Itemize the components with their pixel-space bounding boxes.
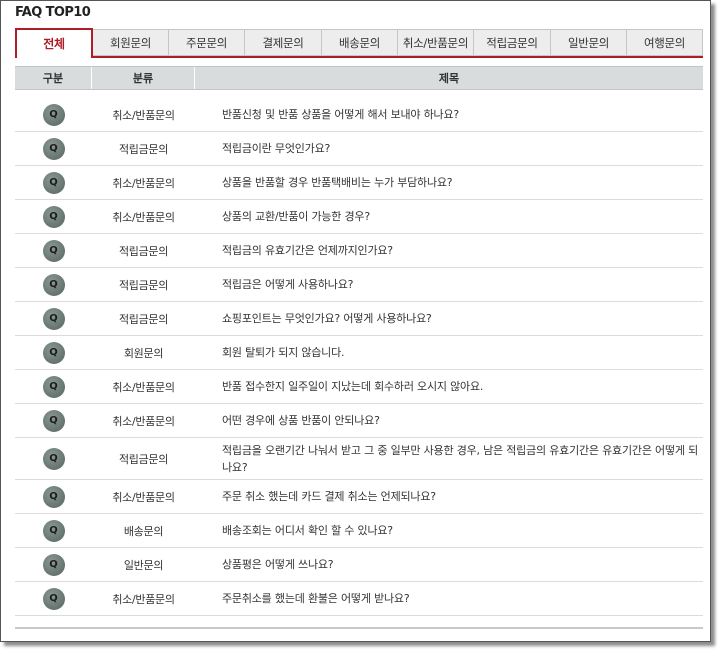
row-category: 일반문의 <box>123 558 164 572</box>
table-row[interactable]: Q 취소/반품문의 주문취소를 했는데 환불은 어떻게 받나요? <box>15 582 703 616</box>
table-row[interactable]: Q 적립금문의 적립금의 유효기간은 언제까지인가요? <box>15 234 703 268</box>
row-category: 적립금문의 <box>118 244 169 258</box>
row-question-link[interactable]: 쇼핑포인트는 무엇인가요? 어떻게 사용하나요? <box>195 310 703 327</box>
row-question-link[interactable]: 상품평은 어떻게 쓰나요? <box>195 556 703 573</box>
row-category: 적립금문의 <box>118 312 169 326</box>
table-row[interactable]: Q 배송문의 배송조회는 어디서 확인 할 수 있나요? <box>15 514 703 548</box>
question-icon: Q <box>42 447 65 470</box>
tab-order[interactable]: 주문문의 <box>169 29 245 56</box>
row-question-link[interactable]: 주문취소를 했는데 환불은 어떻게 받나요? <box>195 590 703 607</box>
row-category: 취소/반품문의 <box>112 210 175 224</box>
tab-travel[interactable]: 여행문의 <box>627 29 703 56</box>
question-marker: Q <box>15 409 92 432</box>
faq-list: Q 취소/반품문의 반품신청 및 반품 상품을 어떻게 해서 보내야 하나요? Q 적립… <box>15 98 703 616</box>
row-question-link[interactable]: 상품의 교환/반품이 가능한 경우? <box>195 208 703 225</box>
row-category: 적립금문의 <box>118 278 169 292</box>
row-category: 취소/반품문의 <box>112 380 175 394</box>
header-subject: 제목 <box>438 72 460 85</box>
question-icon: Q <box>42 375 65 398</box>
table-row[interactable]: Q 적립금문의 적립금이란 무엇인가요? <box>15 132 703 166</box>
question-icon: Q <box>42 239 65 262</box>
row-question-link[interactable]: 반품신청 및 반품 상품을 어떻게 해서 보내야 하나요? <box>195 106 703 123</box>
question-marker: Q <box>15 307 92 330</box>
table-row[interactable]: Q 취소/반품문의 반품 접수한지 일주일이 지났는데 회수하러 오시지 않아요. <box>15 370 703 404</box>
question-icon: Q <box>42 553 65 576</box>
tab-payment[interactable]: 결제문의 <box>245 29 322 56</box>
faq-panel: FAQ TOP10 전체 회원문의 주문문의 결제문의 배송문의 취소/반품문의… <box>0 0 711 642</box>
table-row[interactable]: Q 적립금문의 적립금을 오랜기간 나눠서 받고 그 중 일부만 사용한 경우, 남… <box>15 438 703 480</box>
table-row[interactable]: Q 일반문의 상품평은 어떻게 쓰나요? <box>15 548 703 582</box>
table-header: 구분 분류 제목 <box>15 66 703 90</box>
row-question-link[interactable]: 적립금의 유효기간은 언제까지인가요? <box>195 242 703 259</box>
header-type: 구분 <box>15 67 92 89</box>
row-question-link[interactable]: 상품을 반품할 경우 반품택배비는 누가 부담하나요? <box>195 174 703 191</box>
table-row[interactable]: Q 취소/반품문의 주문 취소 했는데 카드 결제 취소는 언제되나요? <box>15 480 703 514</box>
question-icon: Q <box>42 205 65 228</box>
row-category: 취소/반품문의 <box>112 592 175 606</box>
tab-all[interactable]: 전체 <box>15 28 93 58</box>
tab-delivery[interactable]: 배송문의 <box>322 29 398 56</box>
table-row[interactable]: Q 회원문의 회원 탈퇴가 되지 않습니다. <box>15 336 703 370</box>
header-category: 분류 <box>92 67 195 89</box>
row-question-link[interactable]: 적립금은 어떻게 사용하나요? <box>195 276 703 293</box>
question-marker: Q <box>15 485 92 508</box>
row-category: 취소/반품문의 <box>112 414 175 428</box>
question-marker: Q <box>15 171 92 194</box>
row-question-link[interactable]: 배송조회는 어디서 확인 할 수 있나요? <box>195 522 703 539</box>
tab-points[interactable]: 적립금문의 <box>474 29 551 56</box>
table-row[interactable]: Q 적립금문의 적립금은 어떻게 사용하나요? <box>15 268 703 302</box>
question-marker: Q <box>15 447 92 470</box>
question-marker: Q <box>15 239 92 262</box>
row-category: 적립금문의 <box>118 452 169 466</box>
row-category: 적립금문의 <box>118 142 169 156</box>
question-icon: Q <box>42 103 65 126</box>
question-marker: Q <box>15 341 92 364</box>
question-icon: Q <box>42 587 65 610</box>
row-question-link[interactable]: 적립금이란 무엇인가요? <box>195 140 703 157</box>
question-icon: Q <box>42 519 65 542</box>
page-title: FAQ TOP10 <box>15 5 91 20</box>
question-marker: Q <box>15 103 92 126</box>
bottom-divider <box>15 627 703 629</box>
table-row[interactable]: Q 취소/반품문의 상품의 교환/반품이 가능한 경우? <box>15 200 703 234</box>
row-category: 취소/반품문의 <box>112 490 175 504</box>
row-category: 회원문의 <box>123 346 164 360</box>
question-marker: Q <box>15 375 92 398</box>
row-question-link[interactable]: 주문 취소 했는데 카드 결제 취소는 언제되나요? <box>195 488 703 505</box>
table-row[interactable]: Q 취소/반품문의 어떤 경우에 상품 반품이 안되나요? <box>15 404 703 438</box>
tab-general[interactable]: 일반문의 <box>551 29 627 56</box>
question-icon: Q <box>42 485 65 508</box>
question-icon: Q <box>42 307 65 330</box>
question-marker: Q <box>15 587 92 610</box>
tab-cancel-return[interactable]: 취소/반품문의 <box>398 29 474 56</box>
tab-member[interactable]: 회원문의 <box>93 29 169 56</box>
question-icon: Q <box>42 137 65 160</box>
table-row[interactable]: Q 취소/반품문의 반품신청 및 반품 상품을 어떻게 해서 보내야 하나요? <box>15 98 703 132</box>
question-marker: Q <box>15 553 92 576</box>
question-marker: Q <box>15 205 92 228</box>
question-marker: Q <box>15 519 92 542</box>
question-icon: Q <box>42 341 65 364</box>
question-icon: Q <box>42 171 65 194</box>
question-icon: Q <box>42 409 65 432</box>
row-category: 배송문의 <box>123 524 164 538</box>
row-question-link[interactable]: 어떤 경우에 상품 반품이 안되나요? <box>195 412 703 429</box>
faq-tab-bar: 전체 회원문의 주문문의 결제문의 배송문의 취소/반품문의 적립금문의 일반문… <box>15 28 703 58</box>
row-category: 취소/반품문의 <box>112 176 175 190</box>
question-icon: Q <box>42 273 65 296</box>
table-row[interactable]: Q 취소/반품문의 상품을 반품할 경우 반품택배비는 누가 부담하나요? <box>15 166 703 200</box>
row-category: 취소/반품문의 <box>112 108 175 122</box>
row-question-link[interactable]: 회원 탈퇴가 되지 않습니다. <box>195 344 703 361</box>
row-question-link[interactable]: 적립금을 오랜기간 나눠서 받고 그 중 일부만 사용한 경우, 남은 적립금의… <box>195 442 703 476</box>
table-row[interactable]: Q 적립금문의 쇼핑포인트는 무엇인가요? 어떻게 사용하나요? <box>15 302 703 336</box>
question-marker: Q <box>15 273 92 296</box>
row-question-link[interactable]: 반품 접수한지 일주일이 지났는데 회수하러 오시지 않아요. <box>195 378 703 395</box>
question-marker: Q <box>15 137 92 160</box>
